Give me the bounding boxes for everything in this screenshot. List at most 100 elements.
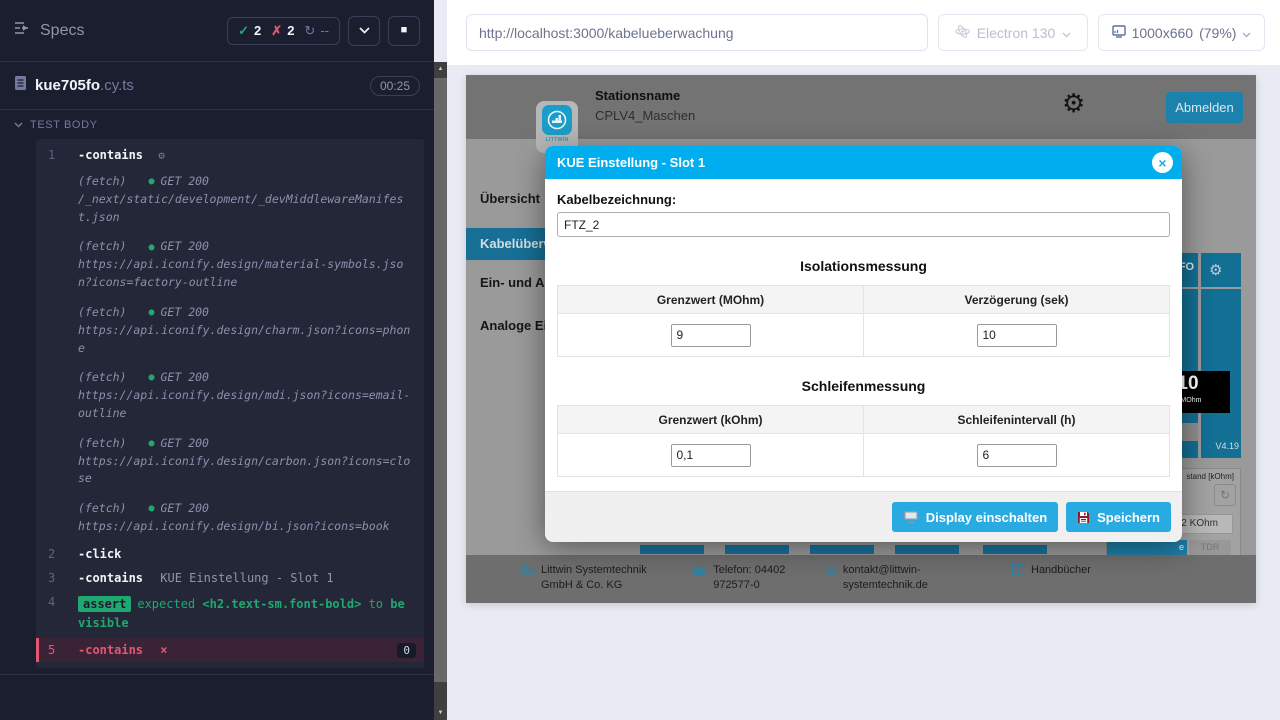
iso-col1-header: Grenzwert (MOhm) <box>558 286 864 314</box>
test-body-toggle[interactable]: TEST BODY <box>0 110 434 137</box>
fetch-log-row[interactable]: (fetch)●GET 200 https://api.iconify.desi… <box>36 363 424 428</box>
loop-col1-header: Grenzwert (kOhm) <box>558 406 864 434</box>
match-count-badge: 0 <box>397 643 416 658</box>
cable-name-input[interactable] <box>557 212 1170 237</box>
command-argument: KUE Einstellung - Slot 1 <box>160 571 333 585</box>
loop-section-title: Schleifenmessung <box>557 378 1170 394</box>
iso-delay-input[interactable] <box>977 324 1057 347</box>
loop-col2-header: Schleifenintervall (h) <box>864 406 1170 434</box>
logo-text: LITTWIN <box>536 137 578 143</box>
viewport-zoom: (79%) <box>1199 25 1236 41</box>
cypress-topbar: http://localhost:3000/kabelueberwachung … <box>447 0 1280 65</box>
chevron-down-icon <box>1242 25 1251 41</box>
stat-failed: ✗ 2 <box>271 23 294 39</box>
stop-icon: ■ <box>401 25 408 36</box>
test-stats: ✓ 2 ✗ 2 ↻ -- <box>227 17 340 45</box>
specs-label[interactable]: Specs <box>40 22 84 40</box>
loop-interval-input[interactable] <box>977 444 1057 467</box>
viewport-size: 1000x660 <box>1132 25 1194 41</box>
assert-row[interactable]: 4 assertexpected <h2.text-sm.font-bold> … <box>36 590 424 638</box>
footer-email[interactable]: ✉ kontakt@littwin-systemtechnik.de <box>826 563 961 603</box>
scroll-up-arrow-icon[interactable]: ▲ <box>434 62 447 76</box>
kue-settings-modal: KUE Einstellung - Slot 1 × Kabelbezeichn… <box>545 146 1182 538</box>
fetch-log-row[interactable]: (fetch)●GET 200 /_next/static/developmen… <box>36 167 424 232</box>
status-dot-icon: ● <box>148 436 154 452</box>
nav-item-kabelueberwachung[interactable]: Kabelüberw <box>480 236 554 251</box>
fetch-log-row[interactable]: (fetch)●GET 200 https://api.iconify.desi… <box>36 298 424 363</box>
spec-file-name: kue705fo.cy.ts <box>35 77 134 95</box>
pending-refresh-icon: ↻ <box>304 23 315 39</box>
spec-timer: 00:25 <box>370 76 420 96</box>
resistance-label: stand [kOhm] <box>1186 472 1234 481</box>
station-label: Stationsname <box>595 88 680 103</box>
viewport-icon <box>1112 24 1126 41</box>
iso-limit-input[interactable] <box>671 324 751 347</box>
logo-mark-icon <box>542 105 572 135</box>
factory-icon <box>521 563 535 603</box>
status-dot-icon: ● <box>148 305 154 321</box>
browser-selector[interactable]: Electron 130 <box>938 14 1088 51</box>
address-bar[interactable]: http://localhost:3000/kabelueberwachung <box>466 14 928 51</box>
collapse-button[interactable] <box>348 16 380 46</box>
footer-manuals[interactable]: Handbücher <box>1011 563 1131 603</box>
scroll-down-arrow-icon[interactable]: ▼ <box>434 706 447 720</box>
modal-close-button[interactable]: × <box>1152 152 1173 173</box>
section-label: TEST BODY <box>30 119 98 131</box>
stat-passed: ✓ 2 <box>238 23 261 39</box>
reporter-scrollbar[interactable]: ▲ ▼ <box>434 62 447 720</box>
gear-icon: ⚙ <box>158 149 165 162</box>
spec-file-icon <box>14 75 27 96</box>
email-icon: ✉ <box>826 563 837 603</box>
fetch-log-row[interactable]: (fetch)●GET 200 https://api.iconify.desi… <box>36 494 424 542</box>
loop-limit-input[interactable] <box>671 444 751 467</box>
logout-button[interactable]: Abmelden <box>1166 92 1243 123</box>
pass-check-icon: ✓ <box>238 23 249 39</box>
nav-item-uebersicht[interactable]: Übersicht <box>480 191 540 206</box>
footer-phone[interactable]: ☎ Telefon: 04402 972577-0 <box>691 563 816 603</box>
isolation-table: Grenzwert (MOhm) Verzögerung (sek) <box>557 285 1170 357</box>
device-gear-icon[interactable]: ⚙ <box>1209 261 1222 279</box>
reporter-divider <box>0 674 434 675</box>
fetch-log-row[interactable]: (fetch)●GET 200 https://api.iconify.desi… <box>36 232 424 297</box>
spec-file-row[interactable]: kue705fo.cy.ts 00:25 <box>0 62 434 110</box>
command-row[interactable]: 1 -contains ⚙ <box>36 143 424 167</box>
cypress-reporter: Specs ✓ 2 ✗ 2 ↻ -- ■ kue705fo.cy.t <box>0 0 434 720</box>
app-header <box>466 75 1256 139</box>
command-log: 1 -contains ⚙ (fetch)●GET 200 /_next/sta… <box>36 139 424 668</box>
app-footer: Littwin Systemtechnik GmbH & Co. KG ☎ Te… <box>466 555 1256 603</box>
command-row[interactable]: 3 -contains KUE Einstellung - Slot 1 <box>36 566 424 590</box>
close-icon: × <box>1158 156 1166 170</box>
display-on-button[interactable]: Display einschalten <box>892 502 1058 532</box>
tdr-tab[interactable]: TDR <box>1189 540 1231 556</box>
footer-company: Littwin Systemtechnik GmbH & Co. KG <box>521 563 681 603</box>
nav-item-ein-ausgaenge[interactable]: Ein- und Au <box>480 275 552 290</box>
specs-list-icon[interactable] <box>14 21 32 40</box>
fail-x-icon: × <box>160 643 167 657</box>
nav-item-analoge-eingaenge[interactable]: Analoge Ei <box>480 318 547 333</box>
chevron-down-icon <box>359 27 370 34</box>
device-version: V4.19 <box>1201 441 1239 451</box>
url-text: http://localhost:3000/kabelueberwachung <box>479 25 734 41</box>
failed-count: 2 <box>287 23 294 38</box>
curve-tab[interactable]: e <box>1107 540 1187 556</box>
reporter-header: Specs ✓ 2 ✗ 2 ↻ -- ■ <box>0 0 434 62</box>
fetch-log-row[interactable]: (fetch)●GET 200 https://api.iconify.desi… <box>36 429 424 494</box>
settings-gear-icon[interactable]: ⚙ <box>1062 90 1085 116</box>
assert-selector: <h2.text-sm.font-bold> <box>202 597 361 611</box>
status-dot-icon: ● <box>148 370 154 386</box>
modal-header: KUE Einstellung - Slot 1 <box>545 146 1182 179</box>
iso-col2-header: Verzögerung (sek) <box>864 286 1170 314</box>
refresh-icon[interactable]: ↻ <box>1214 484 1236 506</box>
modal-footer: Display einschalten Speichern <box>545 491 1182 542</box>
stop-run-button[interactable]: ■ <box>388 16 420 46</box>
fail-cross-icon: ✗ <box>271 23 282 39</box>
viewport-selector[interactable]: 1000x660 (79%) <box>1098 14 1265 51</box>
scrollbar-thumb[interactable] <box>434 78 447 682</box>
command-row[interactable]: 2 -click <box>36 542 424 566</box>
save-floppy-icon <box>1077 511 1090 524</box>
phone-icon: ☎ <box>691 563 707 603</box>
failed-command-row[interactable]: 5 -contains × 0 <box>36 638 424 662</box>
assert-badge: assert <box>78 596 131 612</box>
station-value: CPLV4_Maschen <box>595 108 695 123</box>
save-button[interactable]: Speichern <box>1066 502 1171 532</box>
